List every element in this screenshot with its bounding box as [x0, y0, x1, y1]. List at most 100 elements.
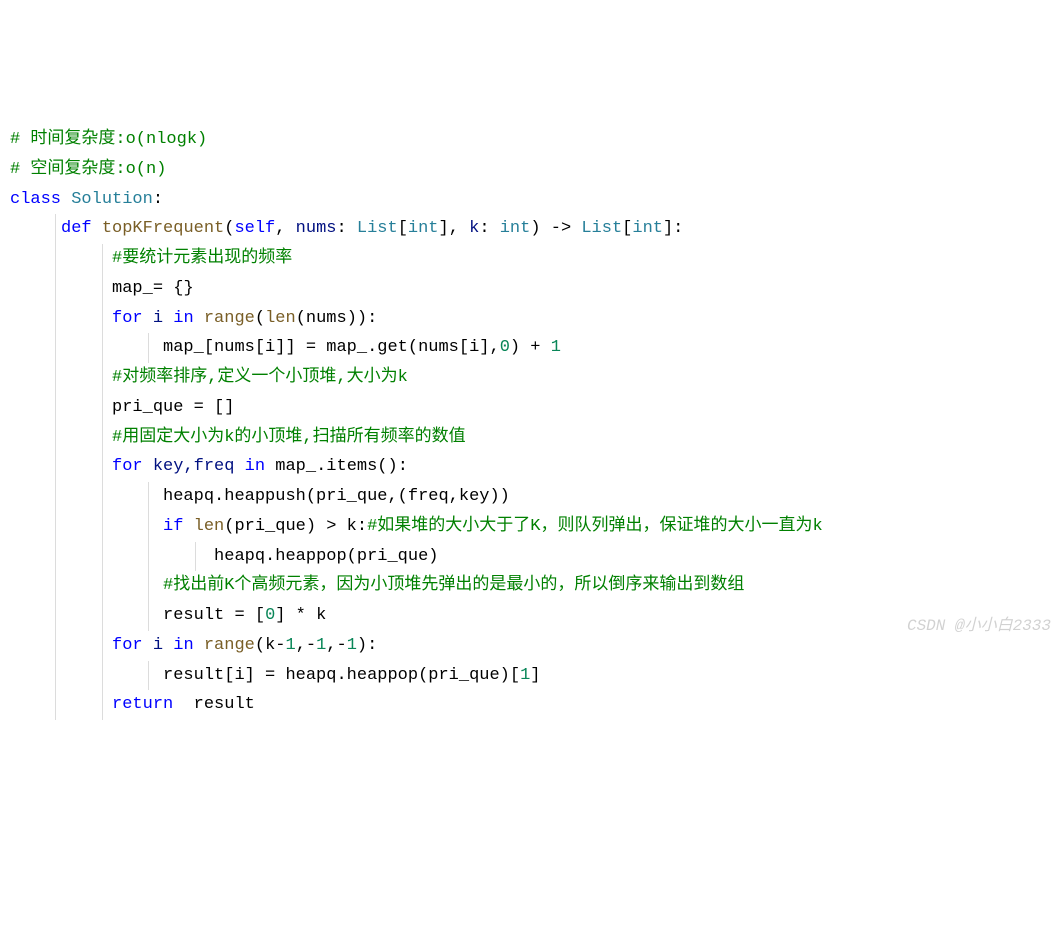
indent	[10, 457, 112, 476]
token: pri_que = []	[112, 398, 234, 417]
indent-guide	[55, 571, 56, 601]
indent-guide	[55, 274, 56, 304]
token: ]:	[663, 219, 683, 238]
token: 1	[316, 636, 326, 655]
indent	[10, 636, 112, 655]
indent-guide	[102, 244, 103, 274]
token: :	[479, 219, 499, 238]
token: ,-	[326, 636, 346, 655]
indent-guide	[55, 601, 56, 631]
token: len	[265, 309, 296, 328]
token: int	[632, 219, 663, 238]
token: range	[204, 636, 255, 655]
indent-guide	[55, 661, 56, 691]
token: (	[224, 219, 234, 238]
token: topKFrequent	[102, 219, 224, 238]
code-line: heapq.heappush(pri_que,(freq,key))	[10, 482, 1053, 512]
code-line: #用固定大小为k的小顶堆,扫描所有频率的数值	[10, 423, 1053, 453]
indent	[10, 279, 112, 298]
indent-guide	[102, 571, 103, 601]
token: :	[336, 219, 356, 238]
token: key,freq	[153, 457, 245, 476]
token: #用固定大小为k的小顶堆,扫描所有频率的数值	[112, 428, 466, 447]
token: for	[112, 309, 153, 328]
token: map_.items():	[275, 457, 408, 476]
code-line: result[i] = heapq.heappop(pri_que)[1]	[10, 661, 1053, 691]
token: #要统计元素出现的频率	[112, 249, 292, 268]
token: k	[469, 219, 479, 238]
code-line: heapq.heappop(pri_que)	[10, 542, 1053, 572]
token: ] * k	[275, 606, 326, 625]
token: result = [	[163, 606, 265, 625]
indent-guide	[148, 512, 149, 542]
token: #对频率排序,定义一个小顶堆,大小为k	[112, 368, 408, 387]
indent-guide	[55, 304, 56, 334]
indent-guide	[102, 452, 103, 482]
token: 1	[347, 636, 357, 655]
token: 1	[520, 666, 530, 685]
indent-guide	[55, 214, 56, 244]
indent-guide	[102, 333, 103, 363]
token: ,-	[296, 636, 316, 655]
code-line: map_= {}	[10, 274, 1053, 304]
token: ,	[275, 219, 295, 238]
indent-guide	[102, 363, 103, 393]
indent-guide	[55, 363, 56, 393]
indent	[10, 695, 112, 714]
token: class	[10, 190, 71, 209]
token: in	[173, 309, 204, 328]
code-line: # 空间复杂度:o(n)	[10, 155, 1053, 185]
token: in	[245, 457, 276, 476]
token: return	[112, 695, 194, 714]
token: int	[500, 219, 531, 238]
indent-guide	[55, 423, 56, 453]
indent-guide	[55, 690, 56, 720]
indent-guide	[195, 542, 196, 572]
token: # 时间复杂度:o(nlogk)	[10, 130, 207, 149]
code-line: return result	[10, 690, 1053, 720]
token: i	[153, 309, 173, 328]
indent-guide	[148, 542, 149, 572]
token: result[i] = heapq.heappop(pri_que)[	[163, 666, 520, 685]
token: def	[61, 219, 102, 238]
token: ) +	[510, 338, 551, 357]
code-line: for key,freq in map_.items():	[10, 452, 1053, 482]
indent-guide	[102, 661, 103, 691]
indent	[10, 428, 112, 447]
token: i	[153, 636, 173, 655]
token: in	[173, 636, 204, 655]
token: List	[581, 219, 622, 238]
token: ]	[530, 666, 540, 685]
indent	[10, 547, 214, 566]
indent-guide	[148, 601, 149, 631]
code-line: if len(pri_que) > k:#如果堆的大小大于了K，则队列弹出，保证…	[10, 512, 1053, 542]
indent	[10, 398, 112, 417]
code-block: # 时间复杂度:o(nlogk)# 空间复杂度:o(n)class Soluti…	[10, 125, 1053, 720]
code-line: #要统计元素出现的频率	[10, 244, 1053, 274]
token: (pri_que) > k:	[224, 517, 367, 536]
indent-guide	[102, 304, 103, 334]
token: # 空间复杂度:o(n)	[10, 160, 166, 179]
token: for	[112, 636, 153, 655]
indent	[10, 309, 112, 328]
indent-guide	[148, 571, 149, 601]
code-line: pri_que = []	[10, 393, 1053, 423]
code-line: # 时间复杂度:o(nlogk)	[10, 125, 1053, 155]
token: result	[194, 695, 255, 714]
indent-guide	[55, 244, 56, 274]
token: for	[112, 457, 153, 476]
token: #如果堆的大小大于了K，则队列弹出，保证堆的大小一直为k	[367, 517, 823, 536]
indent	[10, 606, 163, 625]
token: #找出前K个高频元素，因为小顶堆先弹出的是最小的，所以倒序来输出到数组	[163, 576, 744, 595]
token: ):	[357, 636, 377, 655]
token: map_= {}	[112, 279, 194, 298]
token: 1	[285, 636, 295, 655]
indent-guide	[102, 393, 103, 423]
code-line: #对频率排序,定义一个小顶堆,大小为k	[10, 363, 1053, 393]
token: 1	[551, 338, 561, 357]
code-line: result = [0] * k	[10, 601, 1053, 631]
token: List	[357, 219, 398, 238]
code-line: def topKFrequent(self, nums: List[int], …	[10, 214, 1053, 244]
indent-guide	[55, 452, 56, 482]
token: len	[194, 517, 225, 536]
